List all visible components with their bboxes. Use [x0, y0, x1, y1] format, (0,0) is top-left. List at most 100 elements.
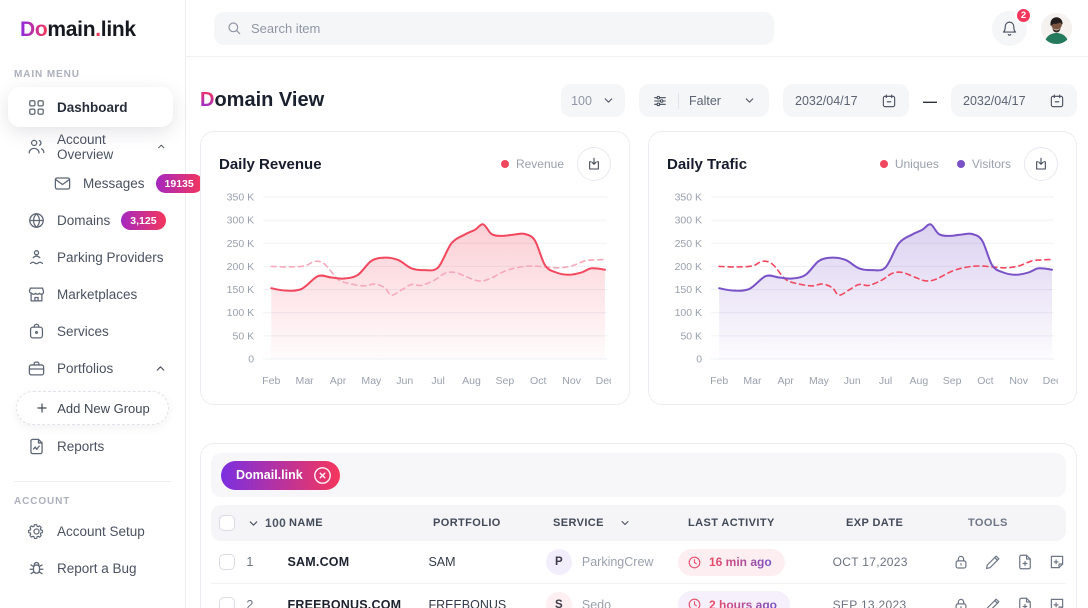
filter-chip-label: Domail.link: [236, 468, 303, 482]
svg-text:Oct: Oct: [530, 375, 546, 387]
filter-divider: [678, 93, 679, 109]
brand-logo[interactable]: Domain.link: [20, 18, 185, 42]
sidebar-item-label: Messages: [83, 176, 145, 191]
svg-text:100 K: 100 K: [675, 307, 702, 319]
row-checkbox[interactable]: [219, 554, 235, 570]
sidebar-item-account-overview[interactable]: Account Overview: [0, 128, 185, 165]
svg-text:May: May: [809, 375, 830, 387]
legend-dot: [880, 160, 888, 168]
chart-legend: Revenue: [501, 157, 564, 171]
sidebar-item-portfolios[interactable]: Portfolios: [0, 350, 185, 387]
sidebar-item-domains[interactable]: Domains 3,125: [0, 202, 185, 239]
legend-dot: [957, 160, 965, 168]
table-row: 1 SAM.COM SAM P ParkingCrew 16 min ago O…: [211, 541, 1066, 583]
sidebar-item-dashboard[interactable]: Dashboard: [8, 87, 173, 127]
notifications-button[interactable]: 2: [992, 11, 1027, 46]
svg-text:200 K: 200 K: [227, 261, 255, 273]
filter-dropdown[interactable]: Falter: [639, 84, 769, 117]
date-from-picker[interactable]: 2032/04/17: [783, 84, 909, 117]
svg-text:Aug: Aug: [462, 375, 481, 387]
chevron-down-icon: [619, 517, 631, 529]
user-avatar[interactable]: [1041, 13, 1072, 44]
header-controls: 100 Falter 2032/04/17 —: [561, 84, 1077, 117]
grid-icon: [27, 98, 46, 117]
sidebar-item-account-setup[interactable]: Account Setup: [0, 513, 185, 550]
bug-icon: [27, 559, 46, 578]
svg-text:Sep: Sep: [943, 375, 962, 387]
svg-text:300 K: 300 K: [227, 215, 255, 227]
search-input[interactable]: [251, 21, 762, 36]
domains-count-badge: 3,125: [121, 211, 165, 230]
select-all-checkbox[interactable]: [219, 515, 235, 531]
row-index: 2: [246, 598, 253, 608]
row-checkbox-cell: [211, 554, 246, 570]
domain-filter-chip[interactable]: Domail.link: [221, 461, 340, 490]
search-bar[interactable]: [214, 12, 774, 45]
file-plus-icon[interactable]: [1016, 596, 1034, 608]
add-new-group-label: Add New Group: [57, 401, 150, 416]
daily-revenue-chart: 350 K300 K250 K200 K150 K100 K50 K0FebMa…: [219, 183, 611, 389]
gear-icon: [27, 522, 46, 541]
app-window: Domain.link MAIN MENU Dashboard Account …: [0, 0, 1088, 608]
sidebar-item-reports[interactable]: Reports: [0, 428, 185, 465]
svg-text:250 K: 250 K: [675, 238, 702, 250]
edit-pencil-icon[interactable]: [984, 596, 1002, 608]
chart-header: Daily Trafic Uniques Visitors: [667, 147, 1058, 181]
chevron-up-icon[interactable]: [156, 140, 167, 153]
row-checkbox[interactable]: [219, 597, 235, 608]
chip-close-icon[interactable]: [312, 465, 333, 486]
svg-text:Apr: Apr: [330, 375, 347, 387]
sidebar-item-marketplaces[interactable]: Marketplaces: [0, 276, 185, 313]
add-new-group-button[interactable]: Add New Group: [16, 391, 169, 425]
svg-text:50 K: 50 K: [232, 330, 254, 342]
last-activity-badge: 16 min ago: [678, 549, 785, 576]
svg-text:Nov: Nov: [1009, 375, 1028, 387]
sidebar-item-label: Report a Bug: [57, 561, 137, 576]
exp-date: OCT 17,2023: [833, 555, 908, 569]
chevron-up-icon[interactable]: [154, 362, 167, 375]
charts-row: Daily Revenue Revenue 350 K300 K250 K200…: [200, 131, 1077, 405]
date-to-picker[interactable]: 2032/04/17: [951, 84, 1077, 117]
download-chart-button[interactable]: [1024, 147, 1058, 181]
page-content: Domain View 100 Falter 2032/04/17: [186, 57, 1088, 608]
header-count-cell[interactable]: 100: [247, 516, 289, 530]
download-chart-button[interactable]: [577, 147, 611, 181]
header-service[interactable]: SERVICE: [553, 517, 688, 529]
download-icon: [1033, 156, 1049, 172]
sidebar-item-parking-providers[interactable]: Parking Providers: [0, 239, 185, 276]
header-exp-date: EXP DATE: [846, 517, 968, 529]
domain-name[interactable]: SAM.COM: [288, 555, 350, 569]
svg-text:200 K: 200 K: [675, 261, 702, 273]
logo-tld-part: link: [101, 18, 136, 41]
sidebar-item-messages[interactable]: Messages 19135: [0, 165, 185, 202]
service-cell: P ParkingCrew: [546, 549, 678, 575]
page-size-dropdown[interactable]: 100: [561, 84, 625, 117]
edit-pencil-icon[interactable]: [984, 553, 1002, 571]
portfolio-name: FREEBONUS: [428, 598, 506, 608]
sidebar-item-report-a-bug[interactable]: Report a Bug: [0, 550, 185, 587]
svg-text:Dec: Dec: [596, 375, 611, 387]
service-initial-avatar: P: [546, 549, 572, 575]
note-plus-icon[interactable]: [1048, 596, 1066, 608]
svg-text:0: 0: [248, 354, 254, 366]
legend-item-uniques: Uniques: [880, 157, 939, 171]
service-cell: S Sedo: [546, 592, 678, 608]
svg-text:Feb: Feb: [262, 375, 280, 387]
date-range-separator: —: [923, 93, 937, 109]
topbar: 2: [186, 0, 1088, 57]
svg-text:150 K: 150 K: [227, 284, 255, 296]
svg-text:May: May: [361, 375, 382, 387]
file-plus-icon[interactable]: [1016, 553, 1034, 571]
lock-icon[interactable]: [952, 596, 970, 608]
chart-legend: Uniques Visitors: [880, 157, 1011, 171]
tools-cell: [952, 553, 1066, 571]
svg-text:Jul: Jul: [879, 375, 892, 387]
service-name: ParkingCrew: [582, 555, 654, 569]
table-row: 2 FREEBONUS.COM FREEBONUS S Sedo 2 hours…: [211, 583, 1066, 608]
page-header: Domain View 100 Falter 2032/04/17: [200, 84, 1077, 117]
sidebar-item-services[interactable]: Services: [0, 313, 185, 350]
domain-name[interactable]: FREEBONUS.COM: [288, 598, 402, 608]
lock-icon[interactable]: [952, 553, 970, 571]
service-initial-avatar: S: [546, 592, 572, 608]
note-plus-icon[interactable]: [1048, 553, 1066, 571]
